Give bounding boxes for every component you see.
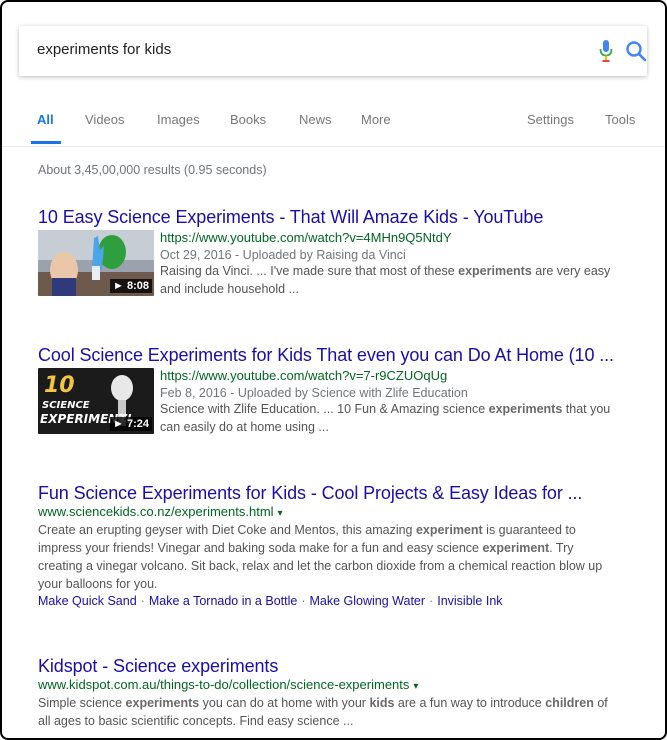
result-url: www.kidspot.com.au/things-to-do/collecti… bbox=[38, 677, 638, 692]
tab-all[interactable]: All bbox=[37, 112, 54, 127]
snippet-bold: experiment bbox=[415, 523, 483, 537]
snippet-text: are very easy bbox=[531, 264, 611, 278]
snippet-text: all ages to basic scientific concepts. F… bbox=[38, 714, 354, 728]
search-result-1: 10 Easy Science Experiments - That Will … bbox=[38, 207, 638, 310]
tab-videos[interactable]: Videos bbox=[85, 112, 125, 127]
tab-settings[interactable]: Settings bbox=[527, 112, 574, 127]
snippet-bold: children bbox=[545, 696, 594, 710]
sitelink-quick-sand[interactable]: Make Quick Sand bbox=[38, 594, 137, 608]
microphone-icon[interactable] bbox=[599, 39, 613, 63]
snippet-text: impress your friends! Vinegar and baking… bbox=[38, 541, 483, 555]
snippet-bold: experiments bbox=[458, 264, 532, 278]
snippet-text: can easily do at home using ... bbox=[160, 420, 329, 434]
snippet-bold: experiment bbox=[482, 541, 550, 555]
search-result-2: Cool Science Experiments for Kids That e… bbox=[38, 345, 638, 448]
result-url-text: www.sciencekids.co.nz/experiments.html bbox=[38, 504, 274, 519]
active-tab-indicator bbox=[31, 141, 61, 144]
snippet-text: of bbox=[593, 696, 608, 710]
search-box[interactable] bbox=[19, 26, 647, 76]
tab-more[interactable]: More bbox=[361, 112, 391, 127]
snippet-text: Create an erupting geyser with Diet Coke… bbox=[38, 523, 416, 537]
result-url: https://www.youtube.com/watch?v=7-r9CZUO… bbox=[160, 368, 448, 383]
url-dropdown-caret[interactable]: ▾ bbox=[413, 681, 418, 692]
video-duration: ► 8:08 bbox=[110, 279, 152, 293]
snippet-text: and include household ... bbox=[160, 282, 299, 296]
snippet-text: you can do at home with your bbox=[199, 696, 370, 710]
result-url-text: www.kidspot.com.au/things-to-do/collecti… bbox=[38, 677, 410, 692]
sitelink-invisible-ink[interactable]: Invisible Ink bbox=[437, 594, 502, 608]
sitelink-separator: · bbox=[140, 594, 145, 608]
search-result-3: Fun Science Experiments for Kids - Cool … bbox=[38, 483, 638, 608]
result-snippet: Science with Zlife Education. ... 10 Fun… bbox=[160, 400, 640, 436]
video-info: https://www.youtube.com/watch?v=4MHn9Q5N… bbox=[160, 230, 640, 298]
sitelink-separator: · bbox=[301, 594, 306, 608]
snippet-bold: kids bbox=[369, 696, 395, 710]
tab-news[interactable]: News bbox=[299, 112, 332, 127]
duration-text: 7:24 bbox=[126, 418, 149, 430]
result-snippet: Create an erupting geyser with Diet Coke… bbox=[38, 521, 638, 593]
video-info: https://www.youtube.com/watch?v=7-r9CZUO… bbox=[160, 368, 640, 436]
video-row: ► 8:08 https://www.youtube.com/watch?v=4… bbox=[38, 230, 638, 310]
search-results-page: All Videos Images Books News More Settin… bbox=[0, 0, 667, 740]
video-duration: ► 7:24 bbox=[110, 417, 152, 431]
video-row: 10 SCIENCE EXPERIMENT! ► 7:24 https://ww… bbox=[38, 368, 638, 448]
video-thumbnail[interactable]: ► 8:08 bbox=[38, 230, 154, 296]
search-result-4: Kidspot - Science experiments www.kidspo… bbox=[38, 656, 638, 730]
snippet-text: your balloons for you. bbox=[38, 577, 158, 591]
search-input[interactable] bbox=[37, 41, 537, 58]
tab-books[interactable]: Books bbox=[230, 112, 266, 127]
result-meta: Feb 8, 2016 - Uploaded by Science with Z… bbox=[160, 386, 468, 400]
result-title-link[interactable]: Kidspot - Science experiments bbox=[38, 656, 638, 677]
results-stats: About 3,45,00,000 results (0.95 seconds) bbox=[38, 163, 267, 177]
snippet-bold: experiments bbox=[125, 696, 200, 710]
result-url: https://www.youtube.com/watch?v=4MHn9Q5N… bbox=[160, 230, 452, 245]
result-title-link[interactable]: Cool Science Experiments for Kids That e… bbox=[38, 345, 638, 366]
snippet-text: that you bbox=[562, 402, 611, 416]
snippet-text: creating a vinegar volcano. Sit back, re… bbox=[38, 559, 603, 573]
snippet-text: Raising da Vinci. ... I've made sure tha… bbox=[160, 264, 459, 278]
search-tabs: All Videos Images Books News More Settin… bbox=[2, 102, 665, 147]
sitelink-tornado-bottle[interactable]: Make a Tornado in a Bottle bbox=[149, 594, 297, 608]
tab-tools[interactable]: Tools bbox=[605, 112, 635, 127]
result-title-link[interactable]: 10 Easy Science Experiments - That Will … bbox=[38, 207, 638, 228]
search-icon[interactable] bbox=[625, 40, 647, 62]
tab-images[interactable]: Images bbox=[157, 112, 200, 127]
result-url: www.sciencekids.co.nz/experiments.html ▾ bbox=[38, 504, 638, 519]
result-snippet: Simple science experiments you can do at… bbox=[38, 694, 638, 730]
snippet-bold: experiments bbox=[488, 402, 563, 416]
result-title-link[interactable]: Fun Science Experiments for Kids - Cool … bbox=[38, 483, 638, 504]
snippet-text: Simple science bbox=[38, 696, 126, 710]
sitelink-glowing-water[interactable]: Make Glowing Water bbox=[310, 594, 426, 608]
url-dropdown-caret[interactable]: ▾ bbox=[278, 508, 283, 519]
snippet-text: Science with Zlife Education. ... 10 Fun… bbox=[160, 402, 489, 416]
snippet-text: . Try bbox=[549, 541, 574, 555]
video-thumbnail[interactable]: 10 SCIENCE EXPERIMENT! ► 7:24 bbox=[38, 368, 154, 434]
thumbnail-science-text: SCIENCE bbox=[42, 400, 90, 411]
sitelink-separator: · bbox=[429, 594, 434, 608]
snippet-text: are a fun way to introduce bbox=[394, 696, 546, 710]
result-snippet: Raising da Vinci. ... I've made sure tha… bbox=[160, 262, 640, 298]
result-meta: Oct 29, 2016 - Uploaded by Raising da Vi… bbox=[160, 248, 406, 262]
sitelinks: Make Quick Sand · Make a Tornado in a Bott… bbox=[38, 594, 638, 608]
thumbnail-number-text: 10 bbox=[44, 373, 75, 398]
snippet-text: is guaranteed to bbox=[482, 523, 576, 537]
duration-text: 8:08 bbox=[126, 280, 149, 292]
